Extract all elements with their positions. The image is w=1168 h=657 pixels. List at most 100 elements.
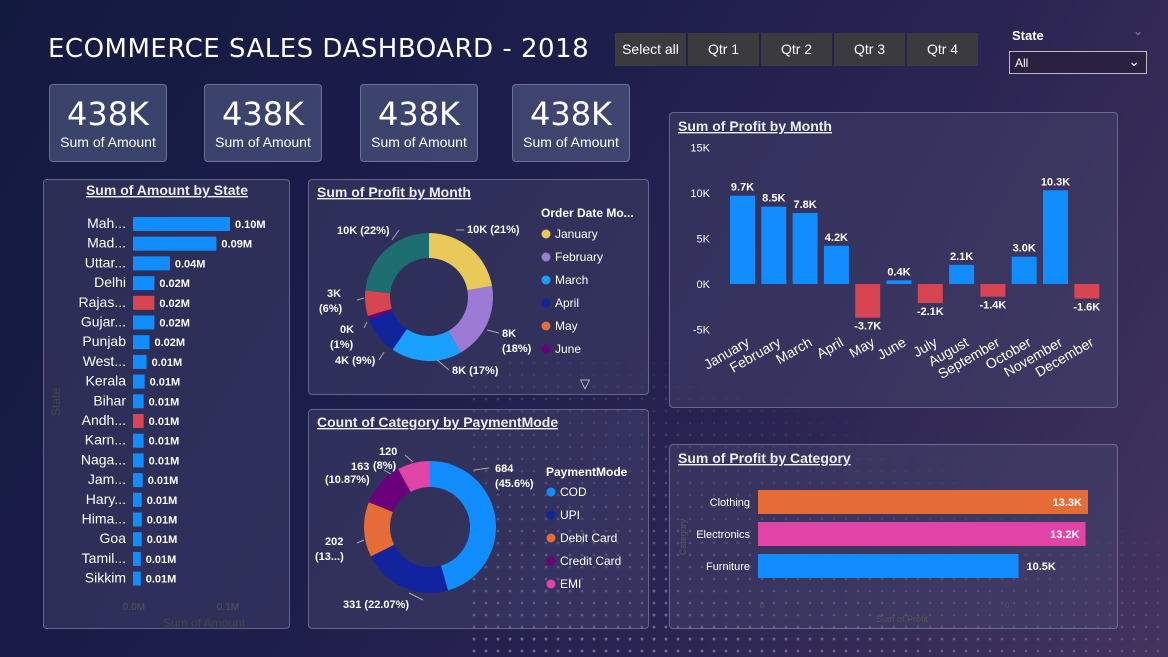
x-tick-label: March xyxy=(773,334,815,367)
payment-donut-panel[interactable]: Count of Category by PaymentMode 684 (45… xyxy=(308,409,649,629)
bar[interactable] xyxy=(886,280,912,284)
slice-label: 684 xyxy=(495,463,514,475)
bar[interactable] xyxy=(133,315,155,330)
data-label: 0.01M xyxy=(147,534,178,546)
chart-title: Sum of Profit by Month xyxy=(317,184,471,200)
data-label: 0.01M xyxy=(147,495,178,507)
profit-month-bar-panel[interactable]: Sum of Profit by Month 15K 10K 5K 0K -5K 9.7K… xyxy=(669,112,1118,408)
bar[interactable] xyxy=(792,213,818,284)
state-dropdown[interactable]: All ⌄ xyxy=(1009,51,1147,74)
x-axis-label: Sum of Profit xyxy=(876,614,929,624)
bar[interactable] xyxy=(980,284,1006,297)
data-label: 0.4K xyxy=(887,266,910,278)
chevron-down-icon[interactable]: ⌄ xyxy=(1133,24,1143,38)
donut-slice[interactable] xyxy=(448,285,493,353)
slice-label: (10.87%) xyxy=(325,474,370,486)
bar[interactable] xyxy=(133,492,142,507)
donut-slice[interactable] xyxy=(429,233,493,291)
bar[interactable] xyxy=(855,284,881,318)
x-axis-label: Sum of Amount xyxy=(163,616,246,630)
y-tick-label: -5K xyxy=(693,325,711,337)
bar[interactable] xyxy=(949,264,975,284)
bar[interactable] xyxy=(758,522,1086,546)
legend-marker xyxy=(541,298,551,308)
select-all-button[interactable]: Select all xyxy=(615,33,686,66)
profit-category-panel[interactable]: Sum of Profit by Category Category Sum o… xyxy=(669,444,1118,629)
bar[interactable] xyxy=(133,374,145,389)
profit-month-donut-panel[interactable]: Sum of Profit by Month 10K (21%) 8K (18%… xyxy=(308,179,649,395)
donut-slice[interactable] xyxy=(370,544,449,593)
qtr4-button[interactable]: Qtr 4 xyxy=(907,33,978,66)
legend-item[interactable]: EMI xyxy=(560,577,581,591)
kpi-label: Sum of Amount xyxy=(371,134,467,150)
slice-label: 331 (22.07%) xyxy=(343,599,409,611)
bar[interactable] xyxy=(133,217,230,231)
bar[interactable] xyxy=(133,276,155,291)
bar[interactable] xyxy=(133,571,141,586)
slice-label: (1%) xyxy=(330,339,354,351)
bar[interactable] xyxy=(133,453,144,468)
category-label: Punjab xyxy=(82,333,126,349)
legend-item[interactable]: June xyxy=(555,342,581,356)
bar[interactable] xyxy=(133,394,144,409)
legend-item[interactable]: Debit Card xyxy=(560,531,617,545)
slice-label: 8K (17%) xyxy=(452,365,499,377)
bar[interactable] xyxy=(761,206,787,284)
kpi-card[interactable]: 438K Sum of Amount xyxy=(360,84,478,162)
x-tick-label: 0 xyxy=(760,601,765,610)
category-label: Mah... xyxy=(87,215,126,231)
data-label: 0.01M xyxy=(149,455,180,467)
bar[interactable] xyxy=(133,532,142,547)
data-label: 13.2K xyxy=(1050,529,1079,541)
bar[interactable] xyxy=(823,245,849,284)
legend-item[interactable]: April xyxy=(555,296,579,310)
legend-item[interactable]: UPI xyxy=(560,508,580,522)
bar[interactable] xyxy=(133,236,217,251)
category-label: Clothing xyxy=(710,497,750,509)
bar[interactable] xyxy=(1043,190,1068,284)
category-label: Goa xyxy=(100,530,127,546)
bar[interactable] xyxy=(917,284,943,304)
bar[interactable] xyxy=(133,512,142,527)
bar[interactable] xyxy=(133,335,150,350)
bar[interactable] xyxy=(133,433,144,448)
qtr2-button[interactable]: Qtr 2 xyxy=(761,33,832,66)
kpi-value: 438K xyxy=(66,95,150,133)
y-tick-label: 5K xyxy=(697,234,711,246)
legend-item[interactable]: May xyxy=(555,319,578,333)
legend-item[interactable]: January xyxy=(555,227,598,241)
bar[interactable] xyxy=(133,295,155,310)
bar[interactable] xyxy=(758,554,1019,578)
x-tick-label: April xyxy=(814,334,846,362)
legend-marker xyxy=(546,510,556,520)
x-tick-label: 0.1M xyxy=(217,602,239,613)
data-label: 10.3K xyxy=(1041,176,1070,188)
bar[interactable] xyxy=(1011,256,1037,284)
bar[interactable] xyxy=(1074,284,1100,299)
legend-item[interactable]: Credit Card xyxy=(560,554,621,568)
legend-item[interactable]: March xyxy=(555,273,588,287)
donut-slice[interactable] xyxy=(365,233,429,294)
legend-item[interactable]: COD xyxy=(560,485,587,499)
data-label: 0.01M xyxy=(149,436,180,448)
bar[interactable] xyxy=(133,354,147,369)
bar[interactable] xyxy=(133,414,144,428)
data-label: 0.01M xyxy=(152,357,183,369)
bar[interactable] xyxy=(133,473,143,488)
data-label: 0.01M xyxy=(149,396,180,408)
amount-by-state-panel[interactable]: Sum of Amount by State State 0.0M 0.1M S… xyxy=(43,179,290,630)
qtr1-button[interactable]: Qtr 1 xyxy=(688,33,759,66)
legend-marker xyxy=(541,321,551,331)
legend-item[interactable]: February xyxy=(555,250,603,264)
bar[interactable] xyxy=(730,195,755,284)
chevron-down-icon[interactable]: ▽ xyxy=(580,376,590,391)
kpi-card[interactable]: 438K Sum of Amount xyxy=(49,84,167,162)
kpi-card[interactable]: 438K Sum of Amount xyxy=(204,84,322,162)
chart-title: Sum of Amount by State xyxy=(86,182,248,198)
kpi-card[interactable]: 438K Sum of Amount xyxy=(512,84,630,162)
bar[interactable] xyxy=(133,551,141,566)
bar[interactable] xyxy=(758,490,1088,514)
bar[interactable] xyxy=(133,256,170,271)
qtr3-button[interactable]: Qtr 3 xyxy=(834,33,905,66)
slice-label: 4K (9%) xyxy=(335,355,376,367)
